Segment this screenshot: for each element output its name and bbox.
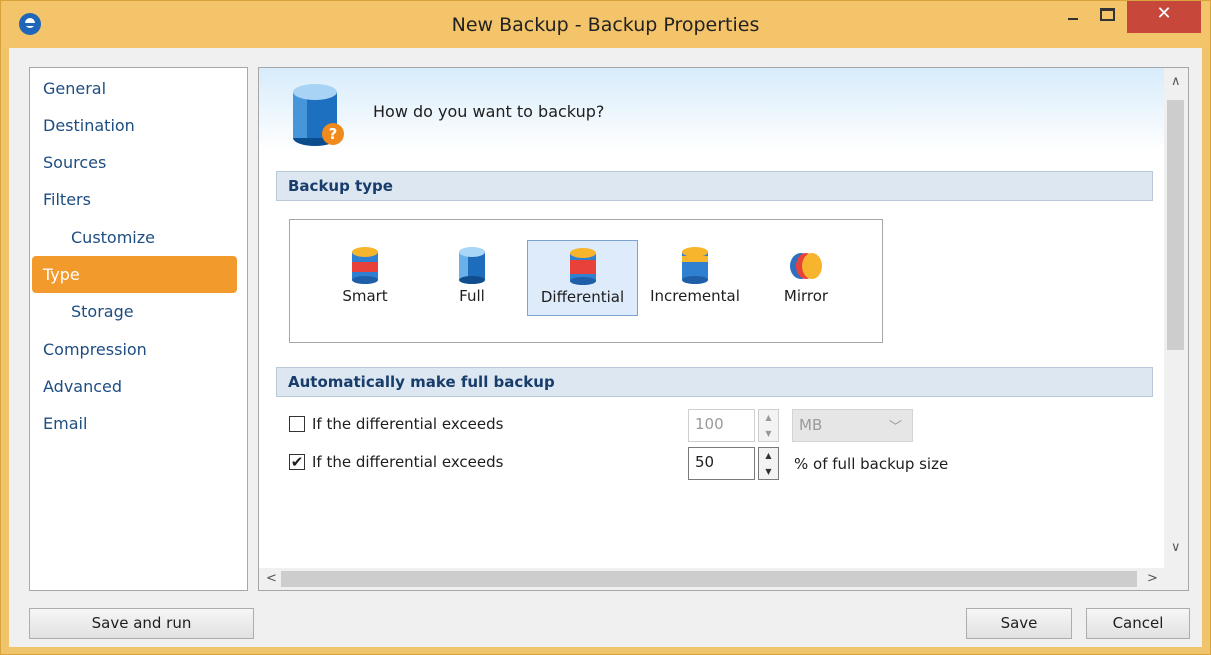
horizontal-scrollbar[interactable]: < > xyxy=(259,568,1188,590)
differential-backup-icon xyxy=(569,248,596,285)
rule1-size-spinner[interactable]: ▲ ▼ xyxy=(758,409,779,442)
sidebar-item-type[interactable]: Type xyxy=(32,256,237,293)
panel-header: ? How do you want to backup? xyxy=(259,68,1164,152)
rule1-unit-value: MB xyxy=(799,416,823,434)
backup-type-selector: Smart Full Differential Incremental Mirr… xyxy=(289,219,883,343)
backup-type-differential[interactable]: Differential xyxy=(527,240,638,316)
vertical-scrollbar[interactable]: ∧ ∨ xyxy=(1164,68,1188,568)
mirror-backup-icon xyxy=(790,253,822,279)
scroll-up-icon[interactable]: ∧ xyxy=(1171,74,1181,89)
backup-type-label: Incremental xyxy=(650,287,740,305)
backup-properties-window: New Backup - Backup Properties ✕ General… xyxy=(0,0,1211,655)
rule2-percent-input[interactable]: 50 xyxy=(688,447,755,480)
sidebar-item-advanced[interactable]: Advanced xyxy=(43,377,122,396)
sidebar-item-general[interactable]: General xyxy=(43,79,106,98)
sidebar-item-destination[interactable]: Destination xyxy=(43,116,135,135)
backup-type-incremental[interactable]: Incremental xyxy=(645,240,745,316)
close-icon: ✕ xyxy=(1156,3,1172,24)
backup-type-label: Differential xyxy=(540,288,625,306)
sidebar-item-compression[interactable]: Compression xyxy=(43,340,147,359)
type-settings-panel: ? How do you want to backup? Backup type… xyxy=(258,67,1189,591)
backup-question-icon: ? xyxy=(293,84,344,146)
rule2-checkbox[interactable]: ✔ xyxy=(289,454,305,470)
section-backup-type: Backup type xyxy=(276,171,1153,201)
settings-sidebar: General Destination Sources Filters Cust… xyxy=(29,67,248,591)
window-title: New Backup - Backup Properties xyxy=(451,14,760,36)
chevron-down-icon: ﹀ xyxy=(888,420,902,435)
smart-backup-icon xyxy=(352,247,378,284)
rule1-checkbox[interactable] xyxy=(289,416,305,432)
sidebar-item-filters[interactable]: Filters xyxy=(43,190,91,209)
rule1-unit-select[interactable]: MB ﹀ xyxy=(792,409,913,442)
full-backup-icon xyxy=(459,247,485,284)
title-bar[interactable]: New Backup - Backup Properties ✕ xyxy=(1,1,1210,48)
sidebar-item-storage[interactable]: Storage xyxy=(71,302,134,321)
maximize-button[interactable] xyxy=(1091,1,1121,33)
spin-up-icon[interactable]: ▲ xyxy=(759,410,778,426)
sidebar-item-email[interactable]: Email xyxy=(43,414,87,433)
minimize-button[interactable] xyxy=(1057,1,1087,33)
dialog-body: General Destination Sources Filters Cust… xyxy=(9,48,1202,647)
horizontal-scroll-thumb[interactable] xyxy=(281,571,1137,587)
scroll-down-icon[interactable]: ∨ xyxy=(1171,540,1181,555)
section-auto-full-backup: Automatically make full backup xyxy=(276,367,1153,397)
rule1-label: If the differential exceeds xyxy=(312,415,504,433)
rule2-percent-spinner[interactable]: ▲ ▼ xyxy=(758,447,779,480)
rule2-suffix: % of full backup size xyxy=(794,455,949,473)
panel-question: How do you want to backup? xyxy=(373,102,605,121)
save-button[interactable]: Save xyxy=(966,608,1072,639)
rule2-label: If the differential exceeds xyxy=(312,453,504,471)
scroll-right-icon[interactable]: > xyxy=(1147,571,1158,586)
sidebar-item-customize[interactable]: Customize xyxy=(71,228,155,247)
scroll-left-icon[interactable]: < xyxy=(266,571,277,586)
spin-down-icon[interactable]: ▼ xyxy=(759,464,778,480)
close-button[interactable]: ✕ xyxy=(1127,1,1201,33)
backup-type-label: Smart xyxy=(342,287,388,305)
backup-type-mirror[interactable]: Mirror xyxy=(770,240,842,316)
save-and-run-button[interactable]: Save and run xyxy=(29,608,254,639)
rule1-size-input[interactable]: 100 xyxy=(688,409,755,442)
vertical-scroll-thumb[interactable] xyxy=(1167,100,1184,350)
backup-type-smart[interactable]: Smart xyxy=(328,240,402,316)
backup-type-label: Full xyxy=(459,287,485,305)
svg-text:?: ? xyxy=(329,125,338,143)
sidebar-item-sources[interactable]: Sources xyxy=(43,153,106,172)
cancel-button[interactable]: Cancel xyxy=(1086,608,1190,639)
spin-up-icon[interactable]: ▲ xyxy=(759,448,778,464)
spin-down-icon[interactable]: ▼ xyxy=(759,426,778,442)
backup-type-full[interactable]: Full xyxy=(435,240,509,316)
backup-type-label: Mirror xyxy=(783,287,829,305)
incremental-backup-icon xyxy=(682,247,708,284)
